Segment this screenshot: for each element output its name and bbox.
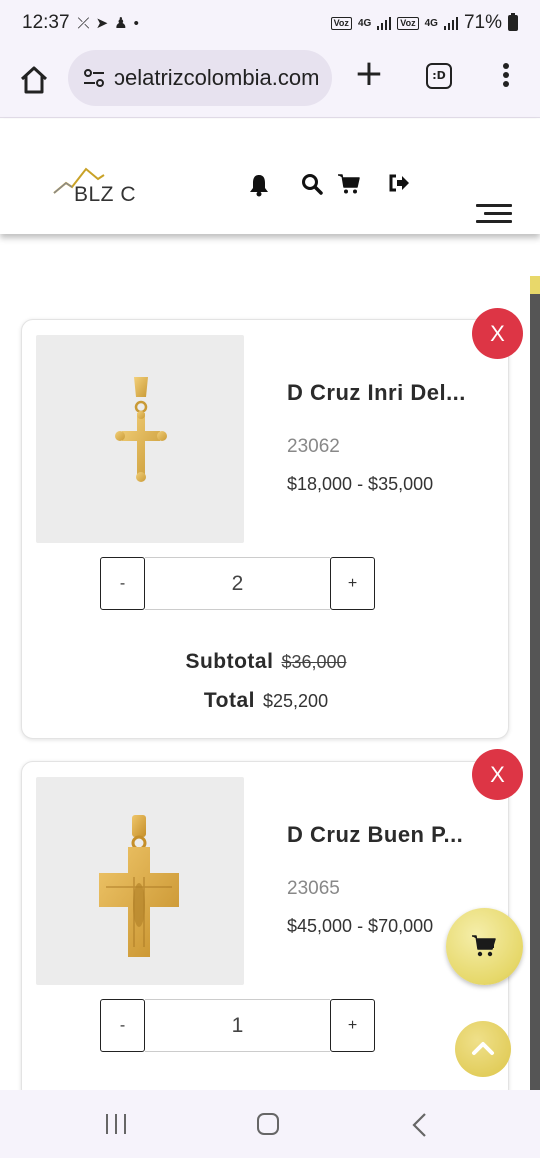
hamburger-menu-button[interactable] bbox=[476, 204, 512, 226]
floating-cart-button[interactable] bbox=[446, 908, 523, 985]
site-header: BLZ C bbox=[0, 119, 540, 234]
browser-menu-button[interactable] bbox=[496, 60, 516, 90]
snapchat-icon: ♟ bbox=[114, 15, 128, 32]
scrollbar-track[interactable] bbox=[530, 276, 540, 1090]
quantity-stepper: - 1 + bbox=[100, 999, 375, 1052]
signal-2-icon bbox=[443, 16, 458, 30]
network-type-2: 4G bbox=[424, 17, 438, 29]
bell-icon bbox=[250, 175, 268, 197]
status-bar: 12:37 ⤫ ➤ ♟ • Voz 4G Voz 4G 71% bbox=[0, 0, 540, 46]
cart-icon bbox=[338, 174, 360, 194]
status-time: 12:37 bbox=[22, 12, 70, 33]
product-code: 23062 bbox=[287, 436, 340, 457]
product-name[interactable]: D Cruz Buen P... bbox=[287, 822, 492, 848]
missed-call-icon: ⤫ bbox=[77, 14, 90, 32]
total-value: $25,200 bbox=[263, 691, 329, 711]
quantity-field[interactable]: 1 bbox=[145, 999, 330, 1052]
logout-button[interactable] bbox=[387, 171, 411, 195]
browser-home-button[interactable] bbox=[18, 64, 50, 96]
cart-icon bbox=[472, 935, 496, 957]
subtotal-label: Subtotal bbox=[185, 650, 274, 673]
site-settings-icon[interactable] bbox=[82, 66, 106, 90]
tab-switcher-button[interactable]: :D bbox=[426, 63, 452, 89]
plus-icon: + bbox=[353, 53, 385, 94]
volte-1-icon: Voz bbox=[330, 16, 352, 30]
network-type-1: 4G bbox=[357, 17, 372, 29]
notifications-button[interactable] bbox=[247, 173, 271, 197]
increase-quantity-button[interactable]: + bbox=[330, 557, 375, 610]
remove-item-button[interactable]: X bbox=[472, 749, 523, 800]
volte-2-icon: Voz bbox=[397, 16, 419, 30]
scroll-to-top-button[interactable] bbox=[455, 1021, 511, 1077]
product-price-range: $45,000 - $70,000 bbox=[287, 916, 434, 936]
subtotal-value: $36,000 bbox=[281, 652, 347, 672]
product-image[interactable] bbox=[36, 777, 244, 985]
cross-pendant-image bbox=[115, 377, 167, 482]
logo-text: BLZ C bbox=[74, 183, 137, 206]
chevron-up-icon bbox=[472, 1042, 494, 1055]
search-icon bbox=[302, 174, 323, 195]
product-price-range: $18,000 - $35,000 bbox=[287, 474, 434, 494]
cross-pendant-image bbox=[99, 815, 179, 957]
home-icon bbox=[20, 66, 48, 94]
scrollbar-thumb[interactable] bbox=[530, 276, 540, 294]
product-code: 23065 bbox=[287, 878, 340, 899]
site-logo[interactable]: BLZ C bbox=[52, 165, 142, 207]
home-button[interactable] bbox=[257, 1113, 279, 1135]
search-button[interactable] bbox=[300, 172, 324, 196]
browser-toolbar: ɔelatrizcolombia.com + :D bbox=[0, 46, 540, 118]
new-tab-button[interactable]: + bbox=[352, 56, 386, 92]
battery-icon bbox=[508, 13, 518, 31]
product-name[interactable]: D Cruz Inri Del... bbox=[287, 380, 492, 406]
remove-item-button[interactable]: X bbox=[472, 308, 523, 359]
recent-apps-button[interactable] bbox=[106, 1114, 128, 1134]
cart-button[interactable] bbox=[337, 172, 361, 196]
cart-item-card: D Cruz Buen P... 23065 $45,000 - $70,000… bbox=[21, 761, 509, 1101]
notification-dot-icon: • bbox=[133, 14, 139, 32]
decrease-quantity-button[interactable]: - bbox=[100, 557, 145, 610]
back-button[interactable] bbox=[408, 1112, 432, 1138]
system-navigation-bar bbox=[0, 1090, 540, 1158]
quantity-stepper: - 2 + bbox=[100, 557, 375, 610]
battery-percent: 71% bbox=[463, 12, 502, 33]
total-row: Total $25,200 bbox=[22, 689, 510, 713]
signal-1-icon bbox=[377, 16, 392, 30]
cart-item-card: D Cruz Inri Del... 23062 $18,000 - $35,0… bbox=[21, 319, 509, 739]
back-chevron-icon bbox=[412, 1113, 426, 1137]
quantity-field[interactable]: 2 bbox=[145, 557, 330, 610]
decrease-quantity-button[interactable]: - bbox=[100, 999, 145, 1052]
subtotal-row: Subtotal $36,000 bbox=[22, 650, 510, 674]
telegram-icon: ➤ bbox=[95, 15, 109, 32]
total-label: Total bbox=[203, 689, 256, 712]
increase-quantity-button[interactable]: + bbox=[330, 999, 375, 1052]
product-image[interactable] bbox=[36, 335, 244, 543]
url-text: ɔelatrizcolombia.com bbox=[114, 65, 320, 90]
more-vert-icon bbox=[496, 63, 516, 87]
address-bar[interactable]: ɔelatrizcolombia.com bbox=[68, 50, 332, 106]
sign-out-icon bbox=[389, 174, 409, 192]
